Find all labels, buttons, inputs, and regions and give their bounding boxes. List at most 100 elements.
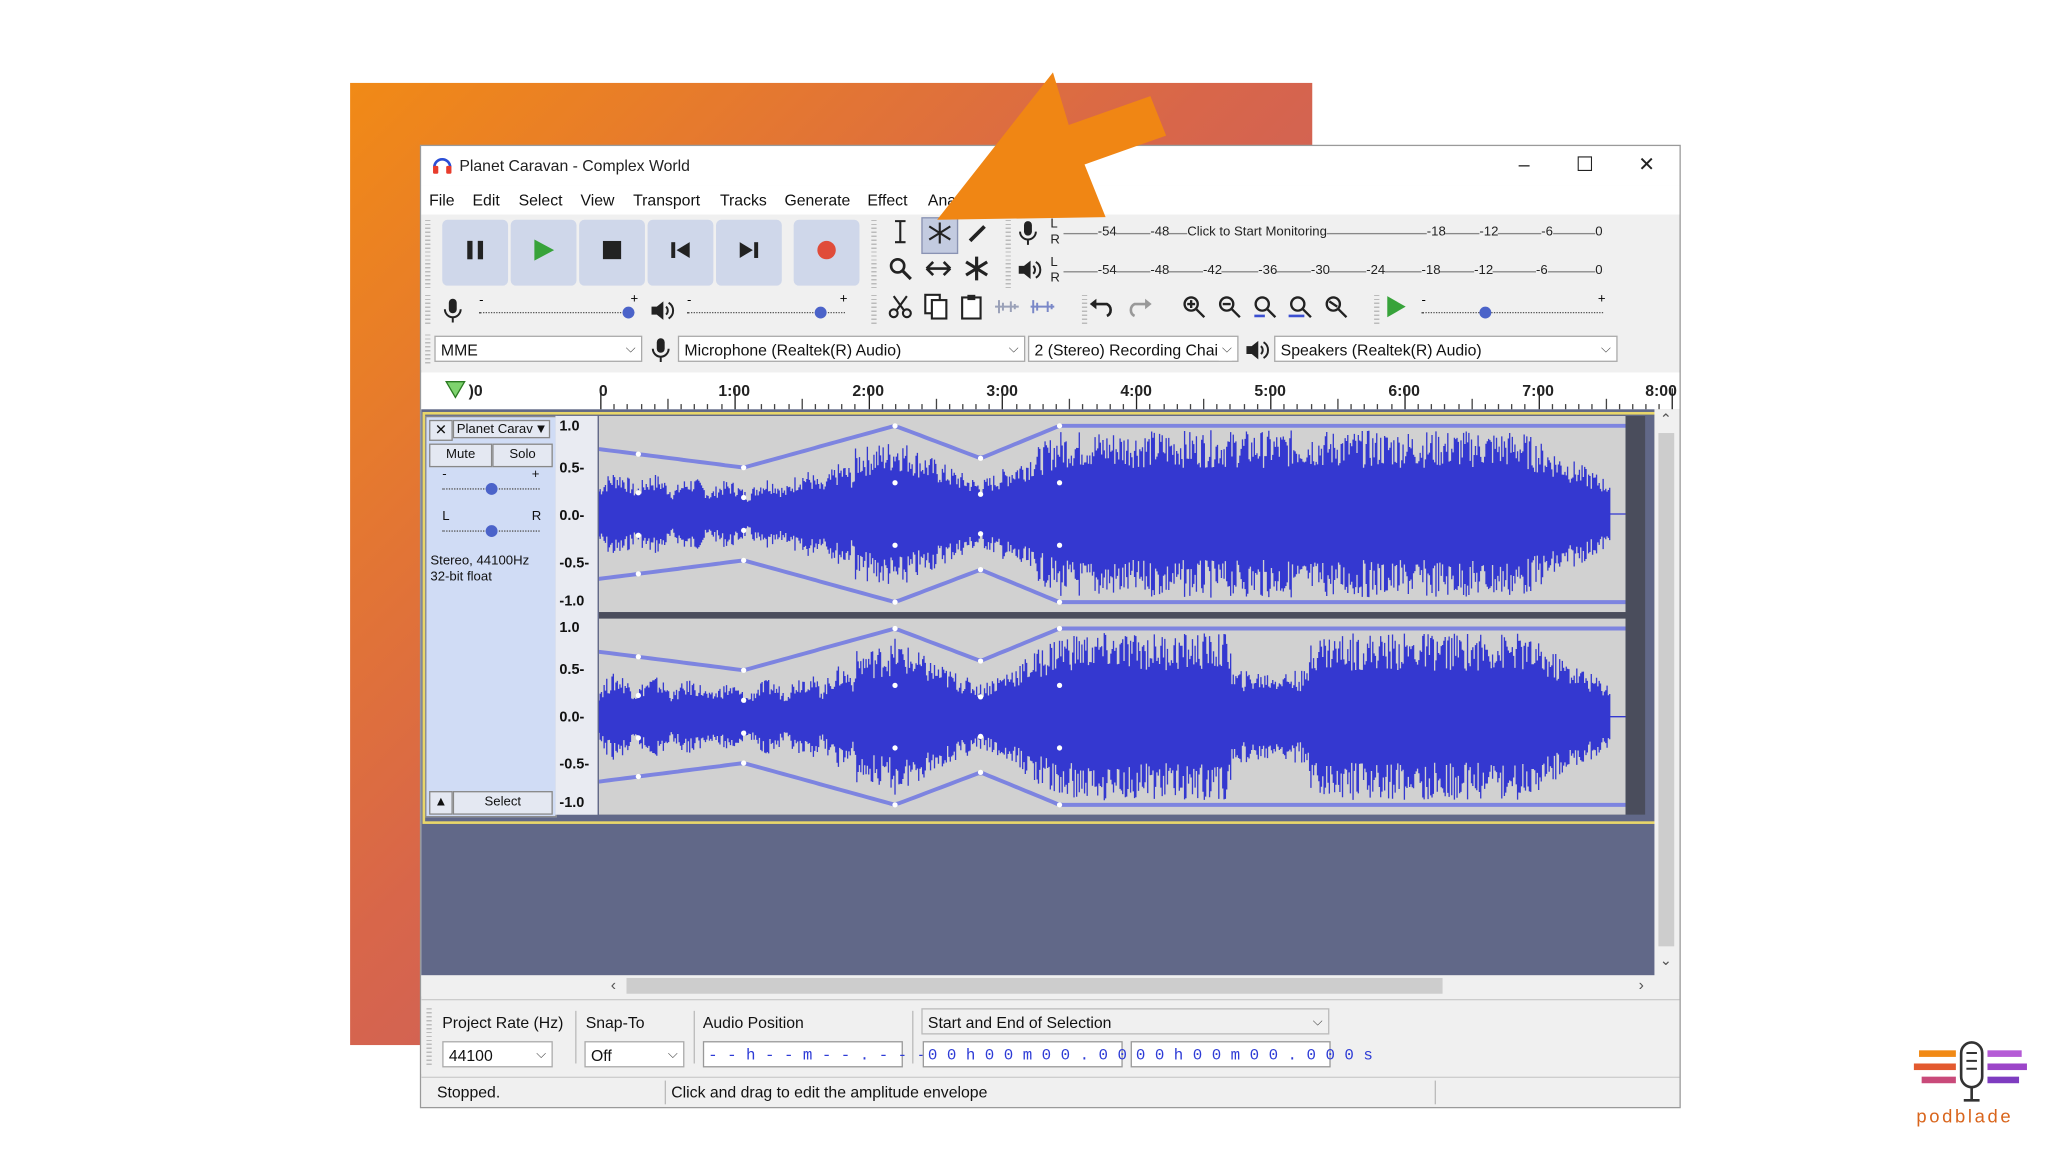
track-name-menu[interactable]: Planet Carav ▼	[452, 419, 551, 439]
horizontal-scroll-thumb[interactable]	[626, 977, 1443, 994]
speed-slider[interactable]	[1479, 306, 1492, 319]
solo-button[interactable]: Solo	[492, 443, 553, 468]
envelope-control-point[interactable]	[635, 532, 641, 538]
envelope-control-point[interactable]	[741, 667, 747, 673]
envelope-control-point[interactable]	[977, 455, 984, 461]
envelope-control-point[interactable]	[741, 760, 747, 766]
envelope-control-point[interactable]	[1056, 625, 1063, 632]
playback-meter[interactable]: -54 -48 -42 -36 -30 -24 -18 -12 -6 0	[1063, 261, 1603, 282]
selection-mode-select[interactable]: Start and End of Selection ⌵	[921, 1008, 1330, 1035]
envelope-control-point[interactable]	[977, 694, 984, 700]
envelope-control-point[interactable]	[977, 567, 984, 573]
stop-button[interactable]	[579, 219, 645, 286]
envelope-control-point[interactable]	[892, 480, 898, 486]
envelope-control-point[interactable]	[635, 571, 641, 577]
envelope-control-point[interactable]	[741, 697, 747, 703]
envelope-control-point[interactable]	[741, 494, 747, 501]
menu-view[interactable]: View	[580, 191, 614, 209]
meter-tick-label[interactable]: Click to Start Monitoring	[1187, 225, 1327, 240]
toolbar-grip[interactable]	[426, 1008, 432, 1067]
envelope-control-point[interactable]	[635, 490, 641, 496]
playback-volume-slider[interactable]	[814, 306, 827, 319]
select-track-button[interactable]: Select	[452, 791, 553, 815]
zoom-tool[interactable]	[883, 254, 917, 288]
envelope-control-point[interactable]	[892, 625, 898, 632]
toolbar-grip[interactable]	[425, 334, 431, 366]
envelope-control-point[interactable]	[741, 557, 747, 564]
recording-device-select[interactable]: Microphone (Realtek(R) Audio) ⌵	[677, 335, 1026, 362]
envelope-control-point[interactable]	[741, 527, 747, 534]
mute-button[interactable]: Mute	[429, 443, 493, 468]
scroll-down-icon[interactable]: ⌄	[1660, 952, 1672, 969]
silence-button[interactable]	[1025, 292, 1059, 326]
envelope-control-point[interactable]	[1056, 542, 1063, 548]
vertical-scroll-thumb[interactable]	[1658, 433, 1675, 947]
zoom-out-button[interactable]	[1212, 292, 1246, 326]
zoom-toggle-button[interactable]	[1319, 292, 1353, 326]
playback-meter-speaker-icon[interactable]	[1016, 258, 1042, 288]
gain-slider[interactable]	[485, 483, 498, 495]
skip-end-button[interactable]	[716, 219, 782, 286]
envelope-control-point[interactable]	[977, 658, 984, 664]
envelope-control-point[interactable]	[741, 730, 747, 736]
cut-button[interactable]	[883, 292, 917, 326]
recording-channels-select[interactable]: 2 (Stereo) Recording Chai ⌵	[1027, 335, 1239, 362]
trim-button[interactable]	[990, 292, 1024, 326]
envelope-control-point[interactable]	[1056, 682, 1063, 689]
envelope-control-point[interactable]	[1056, 480, 1063, 486]
snap-to-select[interactable]: Off ⌵	[584, 1041, 685, 1068]
selection-start-field[interactable]: 0 0 h 0 0 m 0 0 . 0 0 0 s	[922, 1041, 1165, 1068]
envelope-control-point[interactable]	[892, 802, 898, 808]
multi-tool[interactable]	[960, 254, 994, 288]
horizontal-scrollbar[interactable]: ‹ ›	[421, 975, 1655, 997]
menu-transport[interactable]: Transport	[633, 191, 700, 209]
toolbar-grip[interactable]	[425, 219, 431, 289]
minimize-button[interactable]: –	[1506, 151, 1543, 180]
project-rate-select[interactable]: 44100 ⌵	[442, 1041, 553, 1068]
envelope-control-point[interactable]	[977, 491, 984, 497]
fit-project-button[interactable]	[1283, 292, 1317, 326]
skip-start-button[interactable]	[647, 219, 714, 286]
audio-host-select[interactable]: MME ⌵	[434, 335, 643, 362]
toolbar-grip[interactable]	[871, 219, 877, 289]
paste-button[interactable]	[954, 292, 988, 326]
menu-generate[interactable]: Generate	[784, 191, 850, 209]
envelope-control-point[interactable]	[977, 733, 984, 740]
menu-tracks[interactable]: Tracks	[720, 191, 767, 209]
envelope-control-point[interactable]	[892, 745, 898, 751]
envelope-control-point[interactable]	[635, 692, 641, 699]
envelope-control-point[interactable]	[1056, 599, 1063, 605]
envelope-control-point[interactable]	[741, 464, 747, 471]
time-shift-tool[interactable]	[921, 254, 955, 288]
close-button[interactable]: ✕	[1628, 151, 1665, 180]
envelope-control-point[interactable]	[635, 451, 641, 457]
envelope-control-point[interactable]	[1056, 423, 1063, 429]
undo-button[interactable]	[1086, 292, 1120, 326]
menu-effect[interactable]: Effect	[867, 191, 907, 209]
menu-edit[interactable]: Edit	[473, 191, 500, 209]
selection-end-field[interactable]: 0 0 h 0 0 m 0 0 . 0 0 0 s	[1130, 1041, 1373, 1068]
vertical-scrollbar[interactable]: ⌃ ⌄	[1654, 409, 1680, 976]
envelope-control-point[interactable]	[1056, 745, 1063, 751]
record-volume-slider[interactable]	[622, 306, 635, 319]
envelope-control-point[interactable]	[977, 769, 984, 775]
redo-button[interactable]	[1121, 292, 1155, 326]
menu-file[interactable]: File	[429, 191, 454, 209]
envelope-control-point[interactable]	[892, 423, 898, 429]
selection-tool[interactable]	[883, 217, 917, 251]
envelope-control-point[interactable]	[635, 773, 641, 780]
scroll-left-icon[interactable]: ‹	[611, 975, 616, 993]
scroll-up-icon[interactable]: ⌃	[1660, 411, 1672, 428]
zoom-in-button[interactable]	[1177, 292, 1211, 326]
envelope-control-point[interactable]	[892, 542, 898, 548]
scroll-right-icon[interactable]: ›	[1639, 975, 1644, 993]
copy-button[interactable]	[919, 292, 953, 326]
maximize-button[interactable]: ☐	[1566, 151, 1603, 180]
timeline-ruler[interactable]: )0 0 1:00 2:00 3:00 4:00 5:00 6:00 7:00 8:00	[421, 372, 1680, 411]
pause-button[interactable]	[442, 219, 509, 286]
toolbar-grip[interactable]	[425, 294, 431, 327]
envelope-control-point[interactable]	[892, 599, 898, 605]
toolbar-grip[interactable]	[871, 294, 877, 327]
envelope-control-point[interactable]	[635, 654, 641, 660]
envelope-control-point[interactable]	[635, 735, 641, 741]
